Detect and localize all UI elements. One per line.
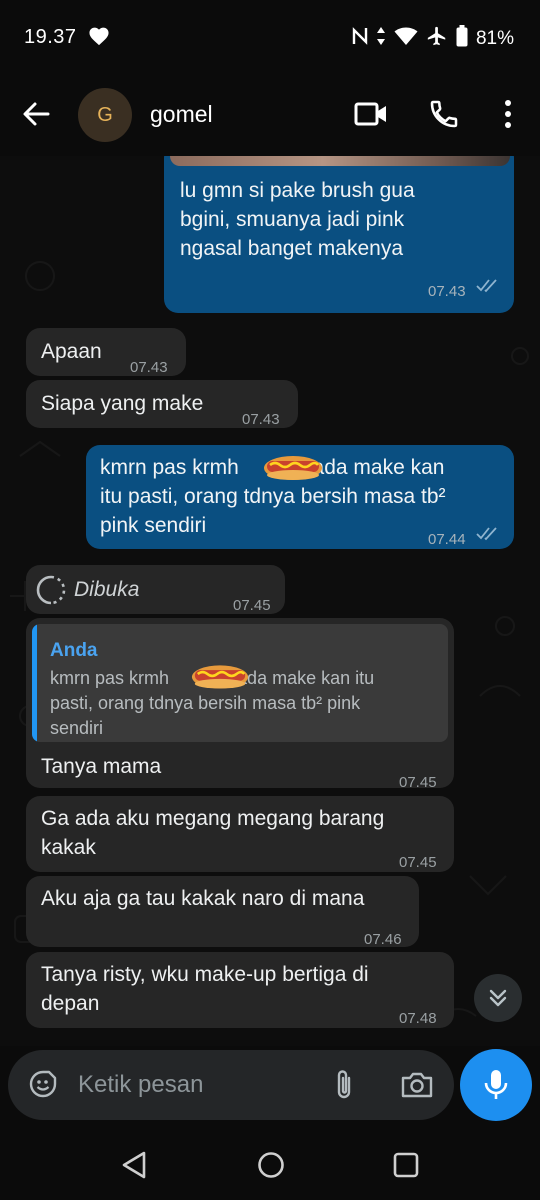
message-bubble-outgoing[interactable]: kmrn pas krmh pada make kan itu pasti, or…: [86, 445, 514, 549]
nav-recents-button[interactable]: [392, 1151, 420, 1184]
emoji-icon: [29, 1070, 57, 1098]
message-time: 07.43: [130, 359, 168, 376]
video-camera-icon: [354, 102, 386, 126]
status-bar: 19.37 81%: [0, 0, 540, 72]
message-bubble-incoming[interactable]: Tanya risty, wku make-up bertiga di depa…: [26, 952, 454, 1028]
avatar[interactable]: G: [78, 88, 132, 142]
image-thumbnail[interactable]: [170, 156, 510, 166]
message-text-line: ngasal banget makenya: [180, 237, 403, 260]
status-time: 19.37: [24, 26, 77, 48]
message-text-line: Ga ada aku megang megang barang: [41, 807, 385, 830]
message-text: Siapa yang make: [41, 392, 204, 415]
message-text-line: depan: [41, 992, 100, 1015]
quote-text-line: pasti, orang tdnya bersih masa tb² pink: [50, 693, 361, 713]
message-bubble-outgoing[interactable]: lu gmn si pake brush gua bgini, smuanya …: [164, 156, 514, 313]
message-text-line: bgini, smuanya jadi pink: [180, 208, 405, 231]
view-once-icon: [36, 575, 66, 605]
system-navigation-bar: [0, 1126, 540, 1200]
wifi-icon: [394, 26, 418, 51]
quote-text-line: kmrn pas krmh: [50, 668, 170, 688]
camera-button[interactable]: [400, 1070, 434, 1105]
nav-back-icon: [122, 1151, 146, 1179]
chat-header: G gomel: [0, 72, 540, 156]
read-ticks-icon: [476, 279, 497, 293]
hotdog-emoji: [191, 665, 249, 689]
message-time: 07.45: [399, 854, 437, 871]
nfc-icon: [352, 26, 368, 51]
message-list[interactable]: lu gmn si pake brush gua bgini, smuanya …: [0, 156, 540, 1046]
view-once-opened-bubble[interactable]: Dibuka 07.45: [26, 565, 285, 614]
message-text: Tanya mama: [41, 755, 162, 778]
read-ticks-icon: [476, 527, 497, 541]
message-bubble-incoming-reply[interactable]: Anda kmrn pas krmh pada make kan itu past…: [26, 618, 454, 791]
message-time: 07.43: [242, 411, 280, 428]
composer-bar: [8, 1050, 454, 1120]
back-arrow-icon: [23, 102, 50, 126]
hotdog-emoji: [264, 456, 322, 480]
attach-button[interactable]: [332, 1068, 356, 1107]
message-time: 07.43: [428, 283, 466, 300]
quoted-message[interactable]: Anda kmrn pas krmh pada make kan itu past…: [32, 624, 448, 742]
message-time: 07.45: [233, 597, 271, 614]
message-text-line: Tanya risty, wku make-up bertiga di: [41, 963, 369, 986]
scroll-to-bottom-button[interactable]: [474, 974, 522, 1022]
heart-icon: [88, 26, 110, 51]
message-time: 07.46: [364, 931, 402, 948]
message-time: 07.48: [399, 1010, 437, 1027]
message-input[interactable]: [78, 1066, 318, 1104]
nav-home-icon: [258, 1152, 284, 1178]
double-chevron-down-icon: [489, 989, 507, 1007]
nav-back-button[interactable]: [120, 1150, 148, 1185]
message-time: 07.44: [428, 531, 466, 548]
nav-home-button[interactable]: [256, 1150, 286, 1185]
avatar-initial: G: [97, 103, 113, 126]
message-text: Apaan: [41, 340, 102, 363]
quote-accent-bar: [32, 624, 37, 742]
back-button[interactable]: [20, 98, 54, 132]
quote-author: Anda: [50, 640, 98, 661]
microphone-icon: [484, 1070, 508, 1099]
message-bubble-incoming[interactable]: Siapa yang make 07.43: [26, 380, 298, 428]
voice-message-button[interactable]: [460, 1049, 532, 1121]
message-bubble-incoming[interactable]: Apaan 07.43: [26, 328, 186, 376]
message-text: Aku aja ga tau kakak naro di mana: [41, 887, 365, 910]
nav-recents-icon: [393, 1152, 419, 1178]
message-text-line: itu pasti, orang tdnya bersih masa tb²: [100, 485, 446, 508]
message-text-line: kakak: [41, 836, 96, 859]
view-once-label: Dibuka: [74, 578, 140, 601]
message-bubble-incoming[interactable]: Ga ada aku megang megang barang kakak 07…: [26, 796, 454, 872]
contact-name[interactable]: gomel: [150, 101, 213, 128]
phone-icon: [430, 100, 458, 128]
message-time: 07.45: [399, 774, 437, 791]
camera-icon: [401, 1072, 433, 1098]
status-icons: 81%: [352, 25, 514, 52]
message-text-line: lu gmn si pake brush gua: [180, 179, 415, 202]
emoji-button[interactable]: [28, 1069, 58, 1104]
more-options-button[interactable]: [496, 98, 520, 135]
voice-call-button[interactable]: [428, 98, 460, 135]
data-arrows-icon: [376, 26, 386, 51]
battery-percent: 81%: [475, 27, 514, 49]
quote-text-line: sendiri: [50, 718, 104, 738]
airplane-icon: [426, 25, 448, 52]
video-call-button[interactable]: [354, 100, 388, 133]
battery-icon: [456, 25, 468, 52]
message-bubble-incoming[interactable]: Aku aja ga tau kakak naro di mana 07.46: [26, 876, 419, 948]
more-vertical-icon: [505, 100, 511, 128]
message-text-line: kmrn pas krmh: [100, 456, 239, 479]
paperclip-icon: [337, 1070, 351, 1099]
